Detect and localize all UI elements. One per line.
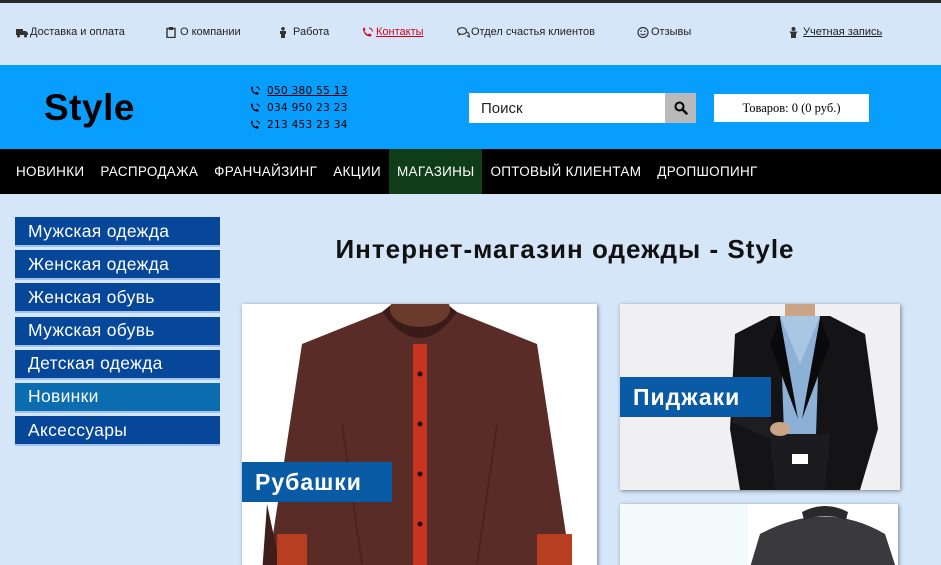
- phone-row[interactable]: 213 453 23 34: [250, 116, 348, 133]
- sweater-image: [620, 504, 898, 565]
- phone-icon: [250, 102, 261, 112]
- chat-icon: [456, 26, 471, 38]
- jobs-label: Работа: [293, 26, 330, 38]
- category-sidebar: Мужская одежда Женская одежда Женская об…: [15, 217, 220, 449]
- reviews-label: Отзывы: [651, 26, 692, 38]
- truck-icon: [16, 27, 28, 38]
- shirts-label: Рубашки: [242, 462, 392, 502]
- category-womens-shoes[interactable]: Женская обувь: [15, 283, 220, 314]
- nav-item-aktsii[interactable]: АКЦИИ: [325, 149, 389, 194]
- nav-item-dropshipping[interactable]: ДРОПШОПИНГ: [649, 149, 765, 194]
- nav-item-rasprodazha[interactable]: РАСПРОДАЖА: [92, 149, 206, 194]
- phone-row[interactable]: 050 380 55 13: [250, 82, 348, 99]
- phone-icon: [362, 27, 373, 38]
- promo-card-shirts[interactable]: Рубашки: [242, 304, 597, 565]
- category-new-arrivals[interactable]: Новинки: [15, 382, 220, 413]
- promo-card-blazers[interactable]: Пиджаки: [620, 304, 900, 490]
- phone-row[interactable]: 034 950 23 23: [250, 99, 348, 116]
- site-logo[interactable]: Style: [44, 87, 135, 129]
- phone-number: 213 453 23 34: [267, 118, 348, 131]
- happiness-label: Отдел счастья клиентов: [471, 26, 595, 38]
- contacts-link[interactable]: Контакты: [362, 26, 424, 38]
- category-womens-clothing[interactable]: Женская одежда: [15, 250, 220, 281]
- account-link[interactable]: Учетная запись: [789, 26, 882, 38]
- user-icon: [789, 26, 800, 38]
- about-link[interactable]: О компании: [166, 26, 241, 38]
- category-kids-clothing[interactable]: Детская одежда: [15, 349, 220, 380]
- blazers-label: Пиджаки: [620, 377, 771, 417]
- category-accessories[interactable]: Аксессуары: [15, 416, 220, 447]
- search-icon: [674, 101, 688, 115]
- person-icon: [279, 26, 290, 38]
- reviews-link[interactable]: Отзывы: [637, 26, 691, 38]
- delivery-label: Доставка и оплата: [30, 26, 125, 38]
- smile-icon: [637, 26, 649, 38]
- search-box: [469, 93, 696, 123]
- site-header: Style 050 380 55 13 034 950 23 23 213 45…: [0, 65, 941, 149]
- about-label: О компании: [180, 26, 241, 38]
- nav-item-magaziny[interactable]: МАГАЗИНЫ: [388, 149, 483, 194]
- phone-icon: [250, 119, 261, 129]
- category-mens-shoes[interactable]: Мужская обувь: [15, 316, 220, 347]
- contacts-label: Контакты: [376, 26, 424, 38]
- page-title: Интернет-магазин одежды - Style: [335, 234, 795, 264]
- main-nav: НОВИНКИ РАСПРОДАЖА ФРАНЧАЙЗИНГ АКЦИИ МАГ…: [0, 149, 941, 194]
- phone-list: 050 380 55 13 034 950 23 23 213 453 23 3…: [250, 82, 348, 133]
- shirt-image: [242, 304, 597, 565]
- happiness-link[interactable]: Отдел счастья клиентов: [456, 26, 595, 38]
- nav-item-novinki[interactable]: НОВИНКИ: [8, 149, 92, 194]
- promo-card-sweaters[interactable]: [620, 504, 898, 565]
- category-mens-clothing[interactable]: Мужская одежда: [15, 217, 220, 247]
- nav-item-franchising[interactable]: ФРАНЧАЙЗИНГ: [206, 149, 325, 194]
- search-input[interactable]: [469, 93, 665, 123]
- cart-summary[interactable]: Товаров: 0 (0 руб.): [714, 94, 869, 122]
- phone-number: 034 950 23 23: [267, 101, 348, 114]
- phone-icon: [250, 85, 261, 95]
- delivery-link[interactable]: Доставка и оплата: [16, 26, 125, 38]
- jobs-link[interactable]: Работа: [279, 26, 329, 38]
- top-info-bar: Доставка и оплата О компании Работа Конт…: [0, 3, 941, 65]
- phone-number: 050 380 55 13: [267, 84, 348, 97]
- nav-item-wholesale[interactable]: ОПТОВЫЙ КЛИЕНТАМ: [482, 149, 649, 194]
- account-label: Учетная запись: [803, 26, 883, 38]
- clipboard-icon: [166, 26, 177, 38]
- search-button[interactable]: [665, 93, 696, 123]
